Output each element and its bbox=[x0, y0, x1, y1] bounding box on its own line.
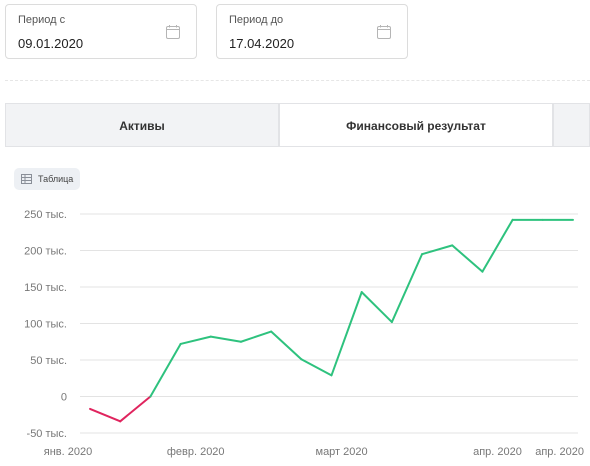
series-segment bbox=[451, 244, 484, 273]
date-to-label: Период до bbox=[229, 14, 284, 26]
series-segment bbox=[330, 291, 363, 377]
date-from-field[interactable]: Период с 09.01.2020 bbox=[5, 4, 197, 59]
series-segment bbox=[209, 335, 242, 343]
series-segment bbox=[239, 330, 273, 343]
calendar-icon[interactable] bbox=[377, 25, 391, 39]
series-segment bbox=[270, 330, 303, 361]
series-segment bbox=[481, 218, 514, 273]
x-tick-label: янв. 2020 bbox=[44, 446, 92, 458]
chart-grid bbox=[80, 213, 578, 434]
series-segment bbox=[300, 358, 333, 377]
financial-result-chart: -50 тыс. 0 50 тыс. 100 тыс. 150 тыс. 200 тыс.… bbox=[24, 209, 584, 458]
series-segment bbox=[149, 342, 182, 398]
y-tick-label: 100 тыс. bbox=[24, 319, 67, 331]
tab-bar: Активы Финансовый результат bbox=[5, 103, 590, 147]
date-from-value[interactable]: 09.01.2020 bbox=[18, 36, 83, 51]
tab-more[interactable] bbox=[553, 103, 590, 147]
calendar-icon[interactable] bbox=[166, 25, 180, 39]
table-view-button[interactable]: Таблица bbox=[14, 168, 80, 190]
x-tick-label: март 2020 bbox=[316, 446, 368, 458]
table-view-label: Таблица bbox=[38, 174, 74, 184]
series-segment bbox=[179, 335, 212, 345]
y-axis-ticks: -50 тыс. 0 50 тыс. 100 тыс. 150 тыс. 200 тыс.… bbox=[24, 209, 67, 440]
y-tick-label: 50 тыс. bbox=[30, 355, 67, 367]
date-from-label: Период с bbox=[18, 14, 66, 26]
series-segment bbox=[421, 244, 454, 256]
section-divider bbox=[5, 80, 590, 81]
y-tick-label: -50 тыс. bbox=[27, 428, 67, 440]
x-tick-label: февр. 2020 bbox=[167, 446, 225, 458]
date-to-field[interactable]: Период до 17.04.2020 bbox=[216, 4, 408, 59]
table-icon bbox=[21, 174, 32, 184]
x-tick-label: апр. 2020 bbox=[535, 446, 584, 458]
series-segment bbox=[360, 291, 393, 324]
y-tick-label: 250 тыс. bbox=[24, 209, 67, 221]
y-tick-label: 200 тыс. bbox=[24, 246, 67, 258]
x-tick-label: апр. 2020 bbox=[473, 446, 522, 458]
series-segment bbox=[119, 395, 152, 423]
series-segment bbox=[89, 407, 122, 423]
y-tick-label: 150 тыс. bbox=[24, 282, 67, 294]
tab-assets[interactable]: Активы bbox=[5, 103, 279, 147]
date-to-value[interactable]: 17.04.2020 bbox=[229, 36, 294, 51]
tab-financial-result[interactable]: Финансовый результат bbox=[279, 103, 553, 147]
page: Период с 09.01.2020 Период до 17.04.2020… bbox=[0, 0, 590, 466]
x-axis-ticks: янв. 2020 февр. 2020 март 2020 апр. 2020 апр… bbox=[44, 446, 584, 458]
y-tick-label: 0 bbox=[61, 392, 67, 404]
series-segment bbox=[390, 253, 424, 324]
